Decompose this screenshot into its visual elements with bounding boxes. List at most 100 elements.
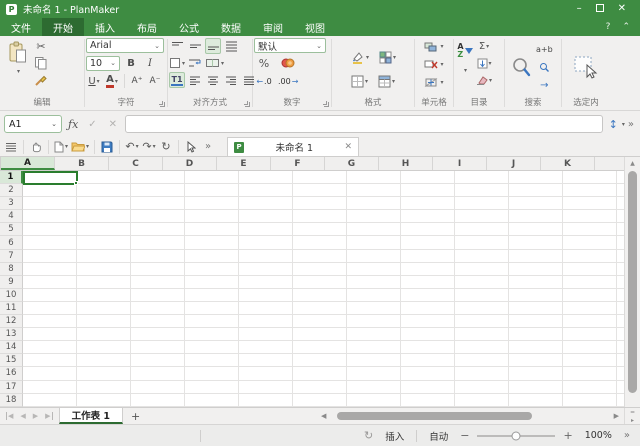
- cell-B2[interactable]: [77, 184, 131, 197]
- formula-bar-overflow[interactable]: »: [628, 119, 634, 130]
- column-header-B[interactable]: B: [55, 157, 109, 170]
- cell-D13[interactable]: [185, 328, 239, 341]
- cell-G12[interactable]: [347, 315, 401, 328]
- zoom-slider[interactable]: [477, 435, 555, 437]
- column-header-A[interactable]: A: [1, 157, 55, 170]
- merge-cells-button[interactable]: ▾: [205, 55, 224, 71]
- add-sheet-button[interactable]: +: [123, 408, 148, 424]
- new-document-button[interactable]: ▾: [54, 139, 68, 155]
- sum-button[interactable]: Σ▾: [476, 38, 492, 54]
- help-button[interactable]: ?: [606, 22, 611, 32]
- menu-tab-文件[interactable]: 文件: [0, 18, 42, 36]
- cell-I6[interactable]: [455, 236, 509, 249]
- cell-J10[interactable]: [509, 289, 563, 302]
- copy-button[interactable]: [33, 55, 49, 71]
- cell-B3[interactable]: [77, 197, 131, 210]
- grow-font-button[interactable]: A⁺: [129, 73, 145, 89]
- first-sheet-button[interactable]: ◀: [6, 412, 13, 420]
- cell-I7[interactable]: [455, 250, 509, 263]
- text-orientation-button[interactable]: T1: [169, 72, 185, 88]
- cell-C15[interactable]: [131, 354, 185, 367]
- cell-C18[interactable]: [131, 394, 185, 407]
- cell-I8[interactable]: [455, 263, 509, 276]
- menu-tab-审阅[interactable]: 审阅: [252, 18, 294, 36]
- menu-tab-数据[interactable]: 数据: [210, 18, 252, 36]
- cell-I12[interactable]: [455, 315, 509, 328]
- cell-K7[interactable]: [563, 250, 617, 263]
- row-header-2[interactable]: 2: [0, 184, 23, 197]
- cell-J13[interactable]: [509, 328, 563, 341]
- row-header-15[interactable]: 15: [0, 354, 23, 367]
- column-header-J[interactable]: J: [487, 157, 541, 170]
- cell-H1[interactable]: [401, 171, 455, 184]
- cell-partial[interactable]: [617, 184, 624, 197]
- cell-G3[interactable]: [347, 197, 401, 210]
- cell-C2[interactable]: [131, 184, 185, 197]
- column-header-E[interactable]: E: [217, 157, 271, 170]
- cell-C8[interactable]: [131, 263, 185, 276]
- zoom-in-button[interactable]: +: [563, 429, 572, 442]
- cell-J4[interactable]: [509, 210, 563, 223]
- cell-E12[interactable]: [239, 315, 293, 328]
- cell-partial[interactable]: [617, 210, 624, 223]
- cell-H2[interactable]: [401, 184, 455, 197]
- redo-button[interactable]: ↷▾: [142, 139, 156, 155]
- cell-H18[interactable]: [401, 394, 455, 407]
- cell-G11[interactable]: [347, 302, 401, 315]
- cell-E18[interactable]: [239, 394, 293, 407]
- paste-button[interactable]: [7, 38, 29, 68]
- cell-E11[interactable]: [239, 302, 293, 315]
- pan-tool-button[interactable]: [29, 139, 43, 155]
- zoom-out-button[interactable]: −: [460, 429, 469, 442]
- menu-tab-开始[interactable]: 开始: [42, 18, 84, 36]
- cell-G9[interactable]: [347, 276, 401, 289]
- cell-A14[interactable]: [23, 341, 77, 354]
- recalc-mode-indicator[interactable]: 自动: [429, 429, 448, 443]
- cell-F12[interactable]: [293, 315, 347, 328]
- row-header-8[interactable]: 8: [0, 263, 23, 276]
- pointer-tool-button[interactable]: [184, 139, 198, 155]
- cell-I4[interactable]: [455, 210, 509, 223]
- row-header-17[interactable]: 17: [0, 381, 23, 394]
- cell-H10[interactable]: [401, 289, 455, 302]
- cell-E17[interactable]: [239, 381, 293, 394]
- maximize-button[interactable]: [596, 4, 604, 15]
- cell-J7[interactable]: [509, 250, 563, 263]
- row-header-7[interactable]: 7: [0, 250, 23, 263]
- cell-C13[interactable]: [131, 328, 185, 341]
- cell-A7[interactable]: [23, 250, 77, 263]
- cell-A15[interactable]: [23, 354, 77, 367]
- cell-H8[interactable]: [401, 263, 455, 276]
- status-overflow-button[interactable]: »: [624, 430, 630, 441]
- cell-A8[interactable]: [23, 263, 77, 276]
- cell-E5[interactable]: [239, 223, 293, 236]
- cell-G14[interactable]: [347, 341, 401, 354]
- cell-H11[interactable]: [401, 302, 455, 315]
- menu-tab-布局[interactable]: 布局: [126, 18, 168, 36]
- cell-K1[interactable]: [563, 171, 617, 184]
- cell-B13[interactable]: [77, 328, 131, 341]
- scroll-left-button[interactable]: ◀: [318, 412, 329, 420]
- insert-mode-indicator[interactable]: 插入: [385, 429, 404, 443]
- cell-partial[interactable]: [617, 276, 624, 289]
- cell-A4[interactable]: [23, 210, 77, 223]
- cell-E3[interactable]: [239, 197, 293, 210]
- wrap-text-button[interactable]: [187, 55, 203, 71]
- cell-F6[interactable]: [293, 236, 347, 249]
- cell-B12[interactable]: [77, 315, 131, 328]
- cell-F15[interactable]: [293, 354, 347, 367]
- split-vertical-button[interactable]: ▸: [631, 417, 634, 424]
- close-button[interactable]: ✕: [618, 4, 626, 14]
- sort-filter-button[interactable]: AZ: [457, 38, 473, 64]
- cell-C11[interactable]: [131, 302, 185, 315]
- cell-D15[interactable]: [185, 354, 239, 367]
- cell-F17[interactable]: [293, 381, 347, 394]
- align-center-button[interactable]: [205, 72, 221, 88]
- cell-H14[interactable]: [401, 341, 455, 354]
- cell-G10[interactable]: [347, 289, 401, 302]
- cell-C6[interactable]: [131, 236, 185, 249]
- cell-partial[interactable]: [617, 302, 624, 315]
- cell-D2[interactable]: [185, 184, 239, 197]
- cell-J18[interactable]: [509, 394, 563, 407]
- cell-I9[interactable]: [455, 276, 509, 289]
